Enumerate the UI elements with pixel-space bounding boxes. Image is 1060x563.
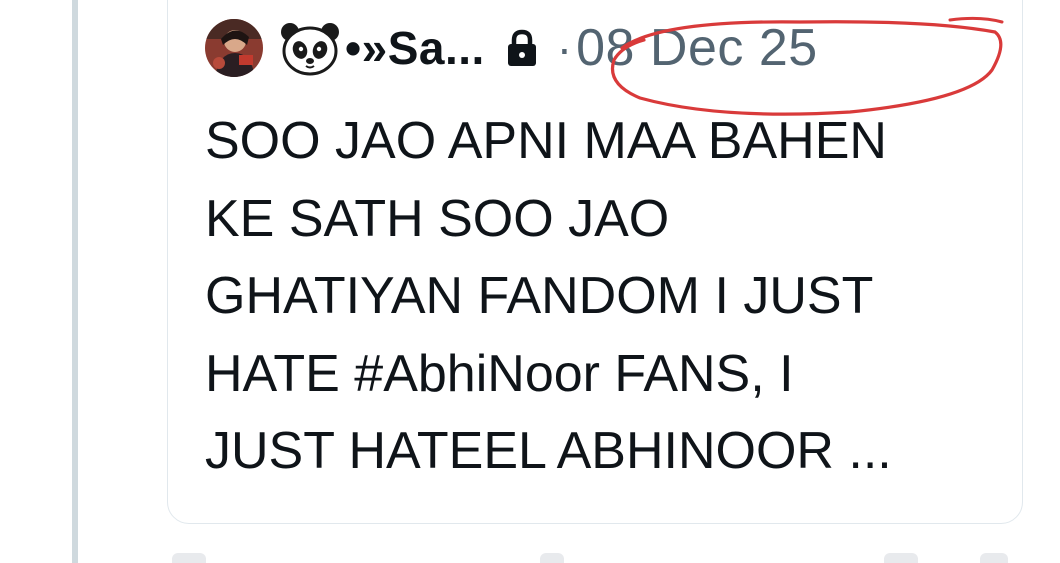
tweet-text-line: SOO JAO APNI MAA BAHEN: [205, 112, 887, 170]
profile-avatar-icon: [205, 19, 263, 77]
quoted-tweet-text: SOO JAO APNI MAA BAHEN KE SATH SOO JAO G…: [205, 103, 1005, 491]
bookmark-icon[interactable]: [884, 553, 918, 563]
tweet-timestamp[interactable]: 08 Dec 25: [576, 18, 818, 78]
separator-dot: ·: [556, 22, 573, 74]
quoted-tweet-header: •»Sa... · 08 Dec 25: [205, 18, 818, 78]
thread-connector-line: [72, 0, 78, 563]
display-name[interactable]: •»Sa...: [279, 20, 485, 76]
tweet-text-line: JUST HATEEL ABHINOOR ...: [205, 422, 892, 480]
panda-icon: [281, 23, 339, 76]
page: •»Sa... · 08 Dec 25 SOO JAO APNI MAA BAH…: [0, 0, 1060, 563]
tweet-text-line: KE SATH SOO JAO: [205, 189, 670, 248]
tweet-text-line: GHATIYAN FANDOM I JUST: [205, 267, 874, 325]
like-icon[interactable]: [540, 553, 564, 563]
reply-icon[interactable]: [172, 553, 206, 563]
share-icon[interactable]: [980, 553, 1008, 563]
avatar[interactable]: [205, 19, 263, 77]
display-name-text: •»Sa...: [345, 22, 485, 74]
lock-icon: [507, 29, 536, 66]
tweet-text-line: HATE #AbhiNoor FANS, I: [205, 344, 794, 403]
